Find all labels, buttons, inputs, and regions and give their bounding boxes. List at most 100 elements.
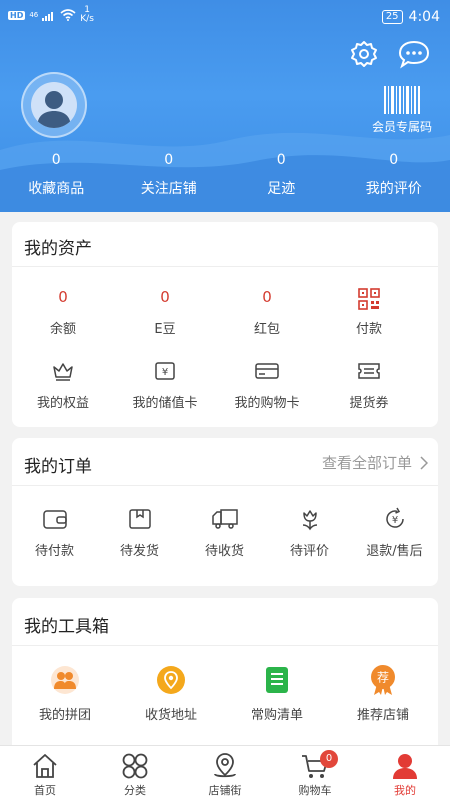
stat-label: 关注店铺 bbox=[140, 181, 197, 197]
avatar-button[interactable] bbox=[21, 72, 87, 138]
svg-text:¥: ¥ bbox=[162, 367, 168, 378]
asset-value: 0 bbox=[262, 288, 272, 306]
asset-balance[interactable]: 0 余额 bbox=[12, 288, 114, 337]
refund-icon: ¥ bbox=[352, 506, 437, 532]
settings-button[interactable] bbox=[348, 38, 380, 70]
signal-label: 46 bbox=[29, 11, 39, 19]
user-icon bbox=[360, 750, 450, 782]
nav-home[interactable]: 首页 bbox=[0, 746, 90, 800]
order-pending-receipt[interactable]: 待收货 bbox=[182, 506, 267, 559]
nav-label: 店铺街 bbox=[208, 784, 242, 797]
shipping-address[interactable]: 收货地址 bbox=[118, 664, 224, 723]
tool-label: 常购清单 bbox=[250, 708, 303, 723]
signal-icon bbox=[42, 11, 54, 21]
group-icon bbox=[12, 664, 118, 696]
wifi-icon bbox=[60, 9, 76, 21]
order-status-label: 待评价 bbox=[289, 544, 329, 559]
view-all-orders-link[interactable]: 查看全部订单 bbox=[322, 452, 428, 473]
my-benefits[interactable]: 我的权益 bbox=[12, 358, 114, 411]
asset-label: E豆 bbox=[154, 322, 176, 337]
assets-icons-row: 我的权益 ¥ 我的储值卡 我的购物卡 提货券 bbox=[12, 358, 438, 411]
order-status-row: 待付款 待发货 待收货 待评价 ¥ 退款/售后 bbox=[12, 506, 438, 559]
divider bbox=[12, 485, 438, 486]
map-pin-icon bbox=[180, 750, 270, 782]
credit-card-icon bbox=[216, 358, 318, 384]
user-silhouette-icon bbox=[37, 91, 71, 128]
asset-pay[interactable]: 付款 bbox=[318, 288, 420, 337]
cart-icon bbox=[270, 750, 360, 782]
order-status-label: 待收货 bbox=[204, 544, 244, 559]
profile-header: HD 46 1 K/s 25 4:04 会员专属码 0 收藏商品 0 关注店铺 … bbox=[0, 0, 450, 212]
avatar bbox=[31, 82, 77, 128]
messages-button[interactable] bbox=[397, 38, 431, 70]
my-shopping-card[interactable]: 我的购物卡 bbox=[216, 358, 318, 411]
stat-footprints[interactable]: 0 足迹 bbox=[225, 150, 338, 198]
cart-badge: 0 bbox=[320, 750, 338, 768]
orders-title: 我的订单 bbox=[24, 457, 92, 477]
bottom-nav: 首页 分类 店铺街 0 购物车 我的 bbox=[0, 745, 450, 800]
asset-label: 红包 bbox=[253, 322, 280, 337]
order-status-label: 退款/售后 bbox=[366, 544, 423, 559]
battery-indicator: 25 bbox=[381, 10, 403, 24]
recommend-badge-text: 荐 bbox=[377, 671, 389, 685]
frequent-purchase-list[interactable]: 常购清单 bbox=[224, 664, 330, 723]
speed-unit: K/s bbox=[80, 14, 94, 24]
stat-value: 0 bbox=[164, 152, 174, 168]
tool-label: 推荐店铺 bbox=[356, 708, 409, 723]
stat-value: 0 bbox=[389, 152, 399, 168]
nav-label: 我的 bbox=[394, 784, 416, 797]
pickup-voucher[interactable]: 提货券 bbox=[318, 358, 420, 411]
asset-red-packet[interactable]: 0 红包 bbox=[216, 288, 318, 337]
nav-category[interactable]: 分类 bbox=[90, 746, 180, 800]
order-pending-payment[interactable]: 待付款 bbox=[12, 506, 97, 559]
clock: 4:04 bbox=[408, 9, 440, 25]
chevron-right-icon bbox=[420, 455, 428, 470]
asset-label: 我的购物卡 bbox=[234, 396, 300, 411]
stat-my-reviews[interactable]: 0 我的评价 bbox=[338, 150, 450, 198]
gear-icon bbox=[351, 41, 377, 67]
view-all-label: 查看全部订单 bbox=[321, 454, 412, 472]
nav-mine[interactable]: 我的 bbox=[360, 746, 450, 800]
nav-cart[interactable]: 0 购物车 bbox=[270, 746, 360, 800]
order-pending-shipment[interactable]: 待发货 bbox=[97, 506, 182, 559]
asset-label: 我的权益 bbox=[36, 396, 89, 411]
voucher-icon bbox=[318, 358, 420, 384]
yen-card-icon: ¥ bbox=[114, 358, 216, 384]
asset-label: 我的储值卡 bbox=[132, 396, 198, 411]
crown-icon bbox=[12, 358, 114, 384]
divider bbox=[12, 645, 438, 646]
stat-favorites[interactable]: 0 收藏商品 bbox=[0, 150, 113, 198]
stat-label: 收藏商品 bbox=[28, 181, 85, 197]
nav-shop-street[interactable]: 店铺街 bbox=[180, 746, 270, 800]
status-bar: HD 46 1 K/s 25 4:04 bbox=[0, 0, 450, 34]
toolbox-row: 我的拼团 收货地址 常购清单 荐 推荐店铺 bbox=[12, 664, 438, 723]
location-icon bbox=[118, 664, 224, 696]
my-group-buy[interactable]: 我的拼团 bbox=[12, 664, 118, 723]
asset-value: 0 bbox=[58, 288, 68, 306]
recommended-shops[interactable]: 荐 推荐店铺 bbox=[330, 664, 436, 723]
nav-label: 首页 bbox=[34, 784, 56, 797]
stat-value: 0 bbox=[51, 152, 61, 168]
order-pending-review[interactable]: 待评价 bbox=[267, 506, 352, 559]
member-code-label: 会员专属码 bbox=[371, 120, 432, 134]
barcode-icon bbox=[383, 86, 421, 114]
my-stored-value-card[interactable]: ¥ 我的储值卡 bbox=[114, 358, 216, 411]
svg-text:¥: ¥ bbox=[391, 515, 397, 526]
asset-label: 余额 bbox=[49, 322, 76, 337]
asset-e-beans[interactable]: 0 E豆 bbox=[114, 288, 216, 337]
order-refund-aftersale[interactable]: ¥ 退款/售后 bbox=[352, 506, 437, 559]
stat-followed-shops[interactable]: 0 关注店铺 bbox=[113, 150, 226, 198]
recommend-icon: 荐 bbox=[330, 664, 436, 696]
assets-title: 我的资产 bbox=[24, 239, 92, 259]
hd-indicator: HD bbox=[8, 10, 26, 20]
member-code-button[interactable]: 会员专属码 bbox=[364, 86, 440, 135]
stat-label: 我的评价 bbox=[365, 181, 422, 197]
order-status-label: 待发货 bbox=[119, 544, 159, 559]
orders-card: 我的订单 查看全部订单 待付款 待发货 待收货 待评价 ¥ 退款/售后 bbox=[12, 438, 438, 586]
asset-value: 0 bbox=[160, 288, 170, 306]
list-icon bbox=[224, 664, 330, 696]
package-icon bbox=[97, 506, 182, 532]
wallet-icon bbox=[12, 506, 97, 532]
toolbox-title: 我的工具箱 bbox=[24, 617, 109, 637]
stat-value: 0 bbox=[276, 152, 286, 168]
